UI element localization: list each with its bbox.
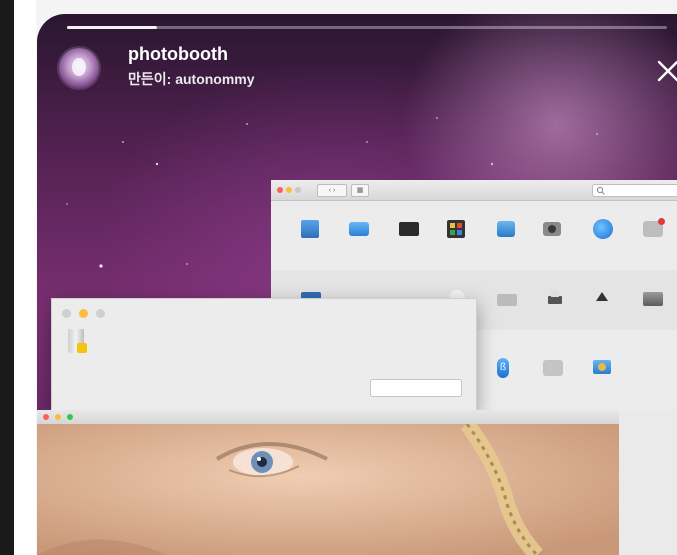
startup-disk-icon[interactable] [643,292,663,306]
left-edge-dark [0,0,14,555]
portrait-photo [37,424,619,555]
search-icon [596,186,605,195]
window-zoom-dot[interactable] [295,187,301,193]
portrait-photo-art [37,424,619,555]
window-close-dot[interactable] [277,187,283,193]
screen: photobooth 만든이: autonommy ‹ › ▦ ß [0,0,677,555]
window-minimize-dot[interactable] [286,187,292,193]
photo-close-dot[interactable] [43,414,49,420]
photo-zoom-dot[interactable] [67,414,73,420]
security-icon[interactable] [543,222,561,236]
language-icon[interactable] [497,221,515,237]
notifications-icon[interactable] [643,218,665,237]
dialog-zoom-dot[interactable] [96,309,105,318]
dialog-close-dot[interactable] [62,309,71,318]
sharing-icon[interactable] [543,360,563,376]
dialog-minimize-dot[interactable] [79,309,88,318]
time-machine-icon[interactable] [593,360,611,374]
story-card[interactable]: photobooth 만든이: autonommy ‹ › ▦ ß [37,14,677,555]
photo-minimize-dot[interactable] [55,414,61,420]
bluetooth-icon[interactable]: ß [497,358,509,378]
general-icon[interactable] [301,220,319,238]
dialog-text-field[interactable] [370,379,462,397]
avatar-highlight [72,58,86,76]
preferences-bottom-panel [619,410,677,555]
back-forward-icon[interactable]: ‹ › [317,184,347,197]
grid-view-icon[interactable]: ▦ [351,184,369,197]
search-input[interactable] [592,184,677,197]
story-author: 만든이: autonommy [128,71,255,87]
keyboard-icon[interactable] [497,294,517,306]
preferences-row-1 [271,204,677,264]
left-edge-light [14,0,36,555]
preferences-toolbar: ‹ › ▦ [271,180,677,201]
desktop-icon[interactable] [349,222,369,236]
spotlight-icon[interactable] [593,219,613,239]
sound-icon[interactable] [593,289,611,307]
dock-icon[interactable] [399,222,419,236]
story-progress [67,26,667,29]
photo-window [37,410,619,555]
printers-icon[interactable] [546,290,564,308]
close-icon[interactable] [653,56,677,86]
story-title[interactable]: photobooth [128,44,228,65]
dialog-window [51,298,477,412]
trash-icon [68,329,87,353]
story-progress-fill [67,26,157,29]
mission-control-icon[interactable] [447,220,465,238]
avatar-icon[interactable] [59,48,99,88]
photo-window-titlebar [37,410,619,424]
